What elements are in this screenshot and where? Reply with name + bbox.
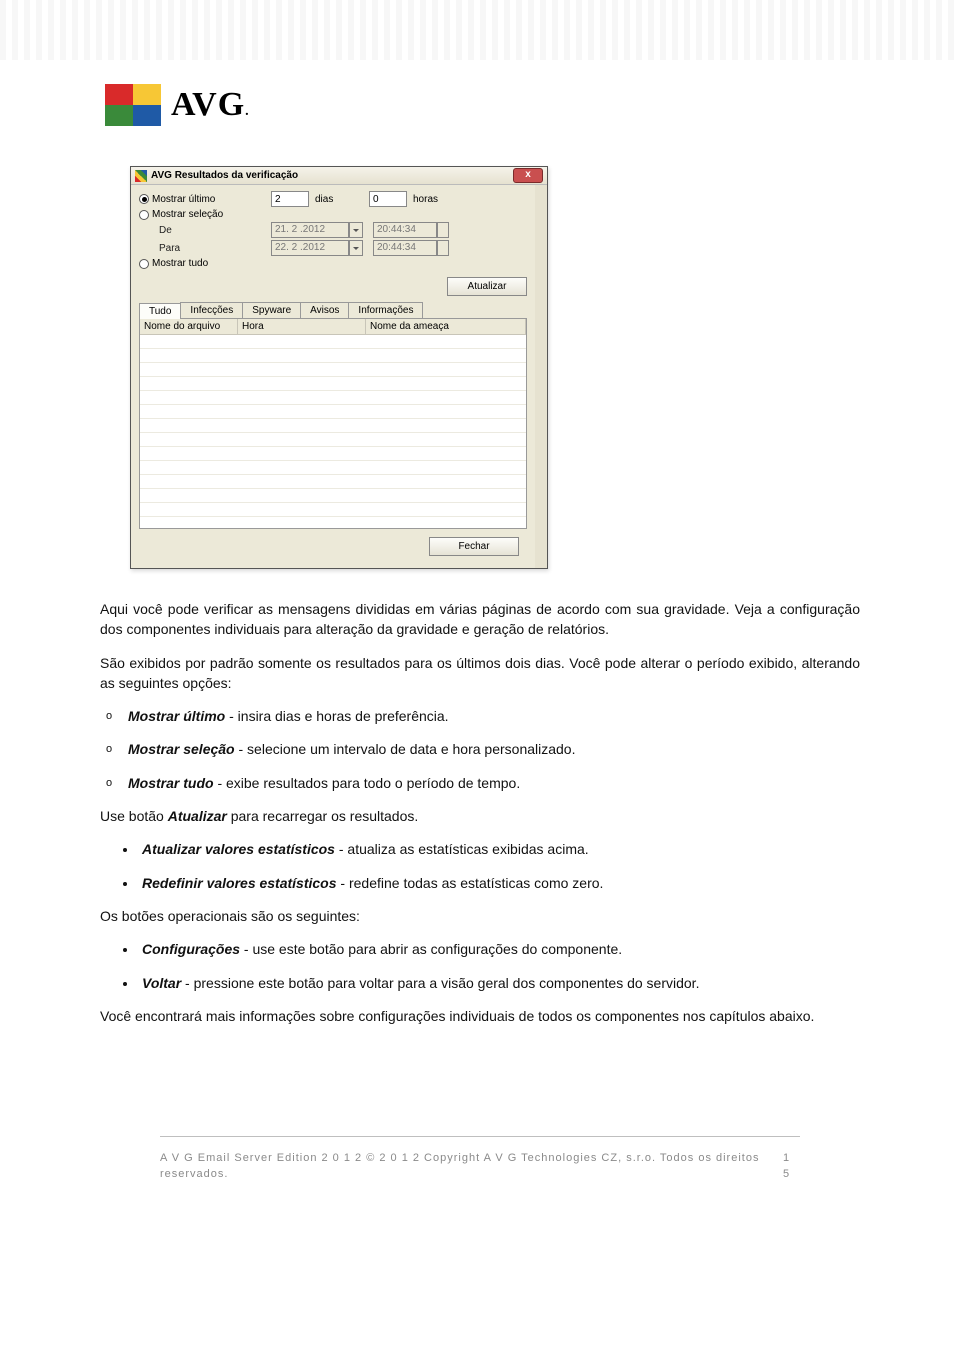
radio-show-selection[interactable] [139, 210, 149, 220]
dialog-title: AVG Resultados da verificação [151, 170, 298, 181]
app-icon [135, 170, 147, 182]
from-label: De [159, 225, 271, 236]
tab-spyware[interactable]: Spyware [242, 302, 301, 318]
page-top-decoration [0, 0, 960, 60]
footer-copyright: A V G Email Server Edition 2 0 1 2 © 2 0… [160, 1151, 783, 1183]
radio-show-selection-label: Mostrar seleção [152, 209, 223, 220]
table-row [140, 419, 526, 433]
table-row [140, 433, 526, 447]
table-row [140, 503, 526, 517]
results-tabs: Tudo Infecções Spyware Avisos Informaçõe… [139, 302, 527, 319]
list-item: Configurações - use este botão para abri… [138, 939, 860, 959]
radio-show-last-label: Mostrar último [152, 194, 215, 205]
tab-info[interactable]: Informações [348, 302, 423, 318]
table-row [140, 391, 526, 405]
results-table: Nome do arquivo Hora Nome da ameaça [139, 319, 527, 529]
list-item: Mostrar tudo - exibe resultados para tod… [128, 773, 860, 793]
brand-header: AVG. [0, 60, 960, 126]
close-button[interactable]: Fechar [429, 537, 519, 556]
paragraph: Use botão Atualizar para recarregar os r… [100, 806, 860, 826]
to-label: Para [159, 243, 271, 254]
days-input[interactable] [271, 191, 309, 207]
from-date-field: 21. 2 .2012 [271, 222, 349, 238]
list-item: Atualizar valores estatísticos - atualiz… [138, 839, 860, 859]
table-row [140, 489, 526, 503]
dialog-titlebar: AVG Resultados da verificação x [131, 167, 547, 185]
brand-name: AVG. [167, 86, 250, 124]
paragraph: Os botões operacionais são os seguintes: [100, 906, 860, 926]
table-row [140, 349, 526, 363]
page-footer: A V G Email Server Edition 2 0 1 2 © 2 0… [160, 1136, 800, 1211]
avg-logo-icon [105, 84, 161, 126]
list-item: Mostrar último - insira dias e horas de … [128, 706, 860, 726]
col-time[interactable]: Hora [238, 319, 366, 335]
tab-warnings[interactable]: Avisos [300, 302, 349, 318]
days-label: dias [309, 194, 369, 205]
tab-all[interactable]: Tudo [139, 303, 181, 319]
list-item: Redefinir valores estatísticos - redefin… [138, 873, 860, 893]
to-time-field: 20:44:34 [373, 240, 437, 256]
hours-input[interactable] [369, 191, 407, 207]
to-date-dropdown-icon[interactable] [349, 240, 363, 256]
dialog-right-edge [535, 185, 547, 568]
window-close-button[interactable]: x [513, 168, 543, 183]
col-filename[interactable]: Nome do arquivo [140, 319, 238, 335]
col-threat[interactable]: Nome da ameaça [366, 319, 526, 335]
table-row [140, 461, 526, 475]
paragraph: Aqui você pode verificar as mensagens di… [100, 599, 860, 640]
from-time-field: 20:44:34 [373, 222, 437, 238]
paragraph: São exibidos por padrão somente os resul… [100, 653, 860, 694]
radio-show-all[interactable] [139, 259, 149, 269]
table-row [140, 363, 526, 377]
list-item: Mostrar seleção - selecione um intervalo… [128, 739, 860, 759]
hours-label: horas [407, 194, 438, 205]
radio-show-last[interactable] [139, 194, 149, 204]
list-item: Voltar - pressione este botão para volta… [138, 973, 860, 993]
table-row [140, 335, 526, 349]
table-row [140, 447, 526, 461]
to-date-field: 22. 2 .2012 [271, 240, 349, 256]
to-time-spinner-icon[interactable] [437, 240, 449, 256]
paragraph: Você encontrará mais informações sobre c… [100, 1006, 860, 1026]
footer-page-number: 1 5 [783, 1151, 800, 1183]
from-date-dropdown-icon[interactable] [349, 222, 363, 238]
from-time-spinner-icon[interactable] [437, 222, 449, 238]
table-row [140, 405, 526, 419]
scan-results-dialog: AVG Resultados da verificação x Mostrar … [130, 166, 548, 569]
tab-infections[interactable]: Infecções [180, 302, 243, 318]
radio-show-all-label: Mostrar tudo [152, 258, 208, 269]
table-row [140, 377, 526, 391]
document-body: Aqui você pode verificar as mensagens di… [0, 579, 960, 1251]
update-button[interactable]: Atualizar [447, 277, 527, 296]
table-row [140, 475, 526, 489]
